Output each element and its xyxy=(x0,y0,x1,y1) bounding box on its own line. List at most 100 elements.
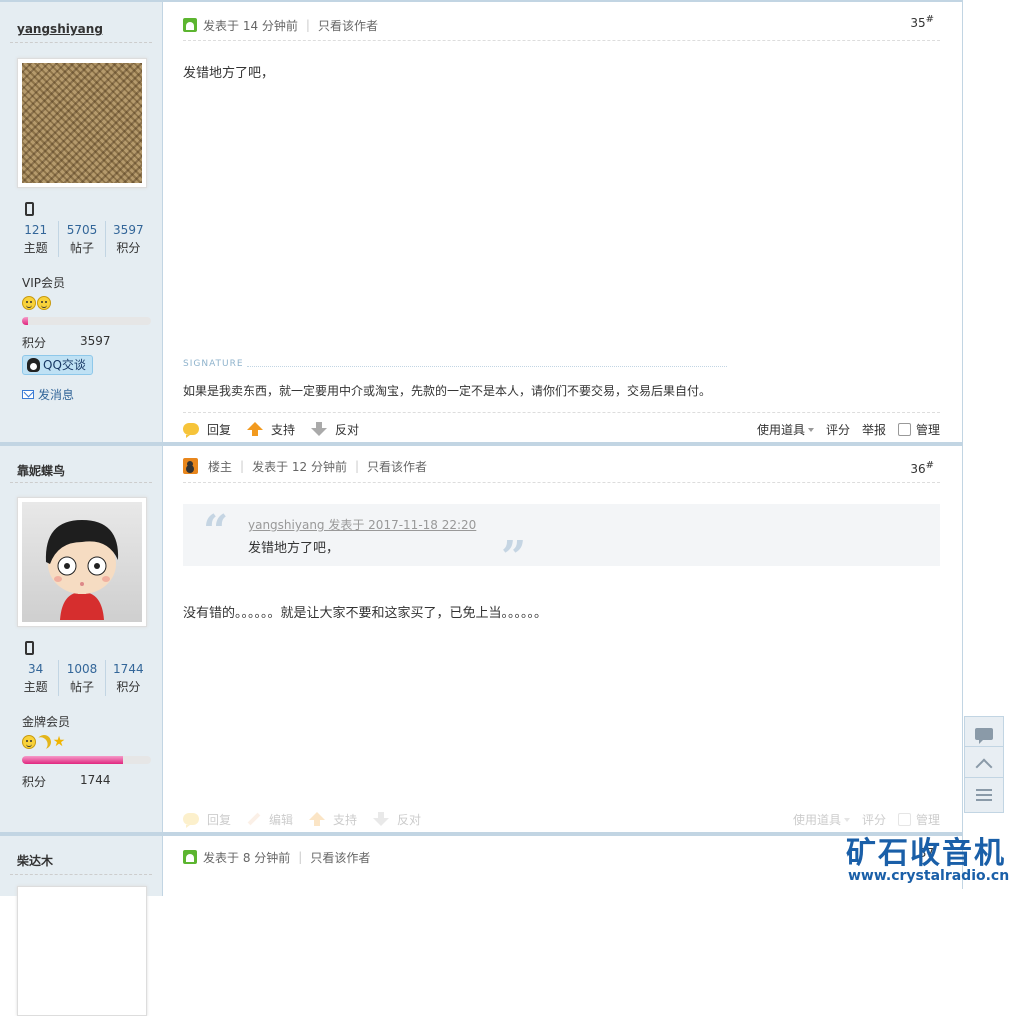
post-tools: 使用道具 评分 管理 xyxy=(793,808,940,830)
stat-points[interactable]: 1744 积分 xyxy=(104,660,151,696)
stat-threads[interactable]: 34 主题 xyxy=(13,660,58,696)
post-actions: 回复 编辑 支持 反对 使用道具 评分 管理 xyxy=(183,808,940,830)
stat-points[interactable]: 3597 积分 xyxy=(104,221,151,257)
watermark-url: www.crystalradio.cn xyxy=(848,868,1010,884)
level-progress-bar xyxy=(22,317,151,325)
post-35: yangshiyang 121主题 5705帖子 3597积分 VIP会员 xyxy=(0,0,962,446)
header-divider xyxy=(183,40,940,41)
author-sidebar: yangshiyang 121主题 5705帖子 3597积分 VIP会员 xyxy=(0,2,163,446)
points-row: 积分 3597 xyxy=(22,334,111,350)
author-sidebar: 靠妮蝶鸟 34 主题 1008 帖子 1744 积分 金牌会员 ★ 积分 174… xyxy=(0,446,163,836)
manage-checkbox[interactable]: 管理 xyxy=(897,811,940,828)
post-36: 靠妮蝶鸟 34 主题 1008 帖子 1744 积分 金牌会员 ★ 积分 174… xyxy=(0,442,962,836)
divider xyxy=(10,42,152,43)
post-tools: 使用道具 评分 举报 管理 xyxy=(757,418,940,440)
header-divider xyxy=(183,482,940,483)
close-quote-icon: ” xyxy=(501,532,527,583)
checkbox[interactable] xyxy=(897,812,911,826)
only-author-link[interactable]: 只看该作者 xyxy=(367,458,427,475)
open-quote-icon: “ xyxy=(203,506,229,557)
author-name[interactable]: 靠妮蝶鸟 xyxy=(17,462,65,479)
thumb-up-arrow-icon xyxy=(247,422,264,436)
floor-number[interactable]: 35# xyxy=(910,14,934,30)
thread-list-button[interactable] xyxy=(964,777,1004,813)
user-group[interactable]: VIP会员 xyxy=(22,274,65,291)
reply-icon xyxy=(183,423,199,438)
divider xyxy=(10,482,152,483)
reply-button[interactable]: 回复 xyxy=(183,421,231,438)
avatar[interactable] xyxy=(17,886,147,1016)
mobile-phone-icon xyxy=(25,641,34,655)
author-stats: 121 主题 5705 帖子 3597 积分 xyxy=(13,221,151,257)
post-time: 发表于 14 分钟前 xyxy=(203,18,298,33)
only-author-link[interactable]: 只看该作者 xyxy=(310,849,370,866)
thumb-down-arrow-icon xyxy=(311,422,328,436)
author-name[interactable]: 柴达木 xyxy=(17,852,53,869)
oppose-button[interactable]: 反对 xyxy=(311,421,359,438)
list-icon xyxy=(976,789,992,801)
author-stats: 34 主题 1008 帖子 1744 积分 xyxy=(13,660,151,696)
edit-button[interactable]: 编辑 xyxy=(247,811,293,828)
use-tools-menu[interactable]: 使用道具 xyxy=(793,811,850,828)
signature-text: 如果是我卖东西，就一定要用中介或淘宝，先款的一定不是本人，请你们不要交易，交易后… xyxy=(183,384,712,398)
thumb-down-arrow-icon xyxy=(373,812,390,826)
reply-icon xyxy=(183,813,199,828)
post-content: 没有错的。。。。。。就是让大家不要和这家买了，已免上当。。。。。。 xyxy=(183,606,548,621)
divider xyxy=(10,874,152,875)
qq-penguin-icon xyxy=(27,358,40,372)
post-main: 发表于 8 分钟前 | 只看该作者 37 xyxy=(163,836,962,896)
thread-container: yangshiyang 121主题 5705帖子 3597积分 VIP会员 xyxy=(0,0,963,1016)
chevron-down-icon xyxy=(843,818,850,822)
post-time: 发表于 8 分钟前 xyxy=(203,850,291,865)
thumb-up-arrow-icon xyxy=(309,812,326,826)
avatar-image xyxy=(22,63,142,183)
floor-number[interactable]: 36# xyxy=(910,460,934,476)
stat-threads[interactable]: 121 主题 xyxy=(13,221,58,257)
cartoon-avatar-icon xyxy=(45,520,119,620)
checkbox[interactable] xyxy=(897,422,911,436)
stat-posts[interactable]: 5705 帖子 xyxy=(58,221,104,257)
level-icons xyxy=(22,296,51,310)
smiley-icon xyxy=(37,296,51,310)
level-progress-bar xyxy=(22,756,151,764)
post-time: 发表于 12 分钟前 xyxy=(252,459,347,474)
only-author-link[interactable]: 只看该作者 xyxy=(318,17,378,34)
author-name[interactable]: yangshiyang xyxy=(17,22,103,36)
signature-divider xyxy=(247,366,727,367)
report-link[interactable]: 举报 xyxy=(862,421,886,438)
rate-link[interactable]: 评分 xyxy=(826,421,850,438)
quote-header-link[interactable]: yangshiyang 发表于 2017-11-18 22:20 xyxy=(248,516,476,533)
oppose-button[interactable]: 反对 xyxy=(373,811,421,828)
post-37: 柴达木 发表于 8 分钟前 | 只看该作者 37 xyxy=(0,832,962,1016)
quote-text: 发错地方了吧， xyxy=(248,541,340,556)
send-message-button[interactable]: 发消息 xyxy=(22,386,74,403)
site-watermark: 矿石收音机 www.crystalradio.cn xyxy=(846,828,1014,889)
points-row: 积分 1744 xyxy=(22,773,111,789)
smiley-icon xyxy=(22,296,36,310)
post-header: 楼主 | 发表于 12 分钟前 | 只看该作者 36# xyxy=(183,455,940,477)
post-main: 楼主 | 发表于 12 分钟前 | 只看该作者 36# “ yangshiyan… xyxy=(163,446,962,836)
star-icon: ★ xyxy=(52,734,66,750)
user-group[interactable]: 金牌会员 xyxy=(22,713,70,730)
online-status-icon xyxy=(183,18,197,32)
use-tools-menu[interactable]: 使用道具 xyxy=(757,421,814,438)
quote-block: “ yangshiyang 发表于 2017-11-18 22:20 发错地方了… xyxy=(183,504,940,583)
support-button[interactable]: 支持 xyxy=(309,811,357,828)
avatar[interactable] xyxy=(17,497,147,627)
post-header: 发表于 8 分钟前 | 只看该作者 37 xyxy=(183,846,940,868)
pencil-icon xyxy=(247,812,261,826)
rate-link[interactable]: 评分 xyxy=(862,811,886,828)
chevron-down-icon xyxy=(807,428,814,432)
thread-starter-icon xyxy=(183,458,198,474)
avatar-image xyxy=(22,502,142,622)
qq-chat-button[interactable]: QQ交谈 xyxy=(22,355,93,375)
reply-button[interactable]: 回复 xyxy=(183,811,231,828)
support-button[interactable]: 支持 xyxy=(247,421,295,438)
signature-label: SIGNATURE xyxy=(183,359,244,369)
manage-checkbox[interactable]: 管理 xyxy=(897,421,940,438)
chat-icon xyxy=(975,728,993,744)
mobile-phone-icon xyxy=(25,202,34,216)
avatar[interactable] xyxy=(17,58,147,188)
post-main: 发表于 14 分钟前 | 只看该作者 35# 发错地方了吧， SIGNATURE… xyxy=(163,2,962,446)
stat-posts[interactable]: 1008 帖子 xyxy=(58,660,104,696)
